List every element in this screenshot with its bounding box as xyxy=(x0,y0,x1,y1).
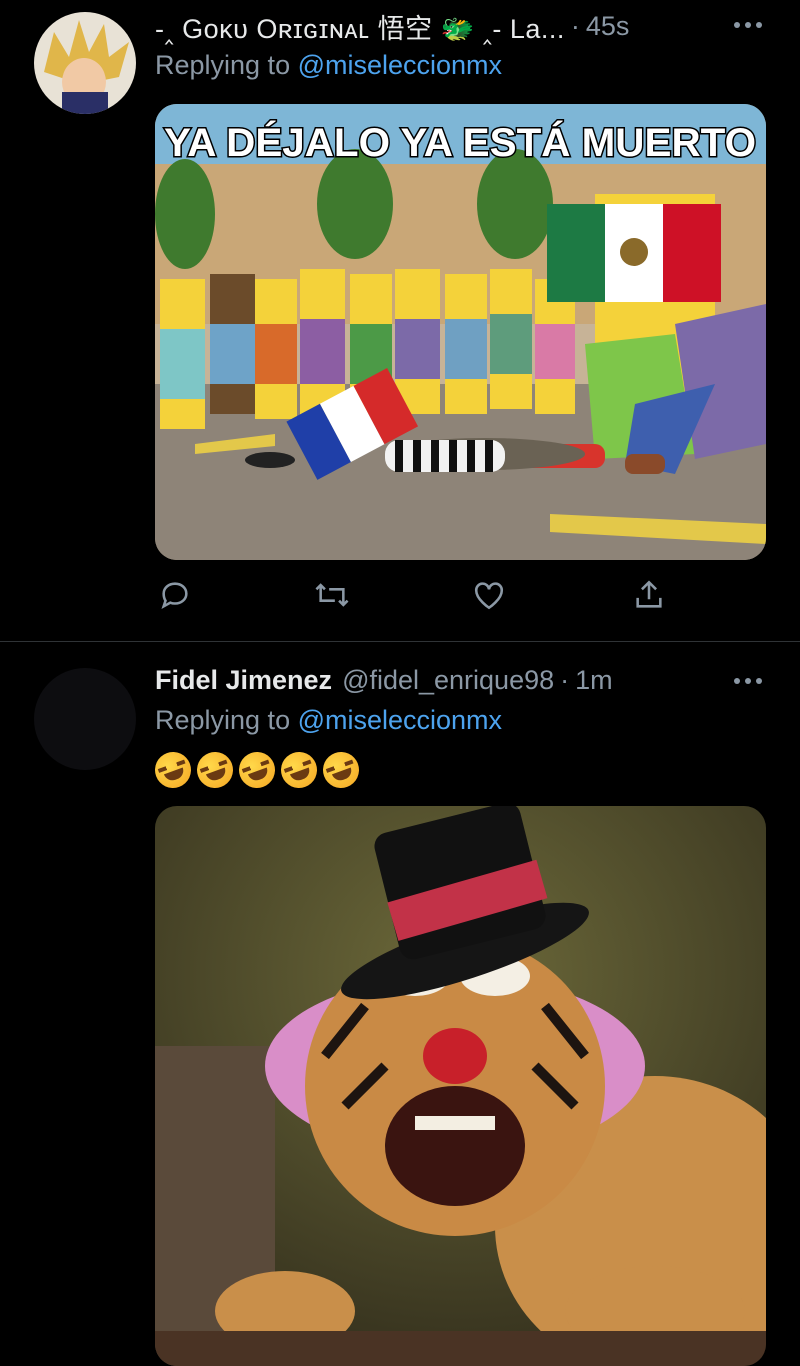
meme-image[interactable]: YA DÉJALO YA ESTÁ MUERTO xyxy=(155,104,766,560)
tiger-clown-image[interactable] xyxy=(155,806,766,1366)
separator-dot: · xyxy=(570,10,580,41)
reply-icon[interactable] xyxy=(155,575,195,615)
rofl-emoji xyxy=(233,746,281,794)
tweet-header: -‸ Gᴏᴋᴜ Oʀɪɢɪɴᴀʟ 悟空 🐲 ‸- La... · 45s xyxy=(155,6,770,46)
share-icon[interactable] xyxy=(629,575,669,615)
retweet-icon[interactable] xyxy=(312,575,352,615)
rofl-emoji xyxy=(317,746,365,794)
tiger-clown-photo xyxy=(155,806,766,1366)
user-handle[interactable]: @fidel_enrique98 xyxy=(342,665,554,696)
avatar-fidel[interactable] xyxy=(34,668,136,770)
mention-link[interactable]: @miseleccionmx xyxy=(298,705,502,735)
replying-to: Replying to @miseleccionmx xyxy=(155,705,502,736)
like-icon[interactable] xyxy=(469,575,509,615)
replying-prefix: Replying to xyxy=(155,50,298,80)
display-name[interactable]: Fidel Jimenez xyxy=(155,665,332,696)
tweet-header: Fidel Jimenez @fidel_enrique98 · 1m xyxy=(155,660,770,700)
mention-link[interactable]: @miseleccionmx xyxy=(298,50,502,80)
rofl-emoji xyxy=(191,746,239,794)
rofl-emoji xyxy=(275,746,323,794)
separator-dot: · xyxy=(560,664,570,695)
timestamp[interactable]: 45s xyxy=(586,11,630,42)
replying-to: Replying to @miseleccionmx xyxy=(155,50,502,81)
meme-caption: YA DÉJALO YA ESTÁ MUERTO xyxy=(164,120,756,165)
more-icon[interactable] xyxy=(734,678,762,684)
goku-avatar-image xyxy=(34,12,136,114)
avatar-goku[interactable] xyxy=(34,12,136,114)
tweet-1[interactable]: -‸ Gᴏᴋᴜ Oʀɪɢɪɴᴀʟ 悟空 🐲 ‸- La... · 45s Rep… xyxy=(0,0,800,640)
tweet-text-emojis xyxy=(149,746,365,794)
replying-prefix: Replying to xyxy=(155,705,298,735)
simpsons-meme: YA DÉJALO YA ESTÁ MUERTO xyxy=(155,104,766,560)
tweet-actions xyxy=(155,575,675,615)
mexico-flag xyxy=(547,204,721,302)
timestamp[interactable]: 1m xyxy=(575,665,613,696)
display-name[interactable]: -‸ Gᴏᴋᴜ Oʀɪɢɪɴᴀʟ 悟空 🐲 ‸- La... xyxy=(155,7,565,46)
more-icon[interactable] xyxy=(734,22,762,28)
rofl-emoji xyxy=(149,746,197,794)
